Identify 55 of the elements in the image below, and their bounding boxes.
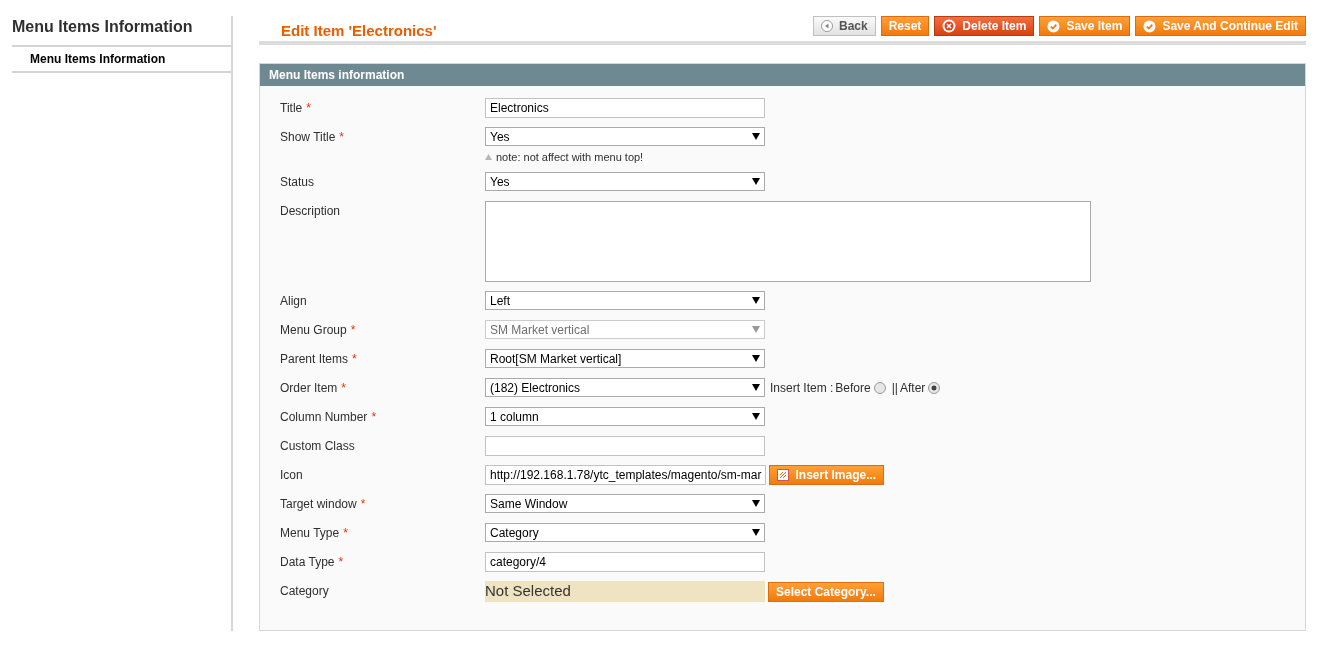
text-field[interactable] — [485, 436, 765, 456]
check-circle-icon — [1047, 19, 1061, 33]
field-label: Order Item * — [280, 380, 348, 395]
field-label: Description — [280, 203, 342, 218]
dropdown-caret-icon — [752, 178, 760, 185]
dropdown-caret-icon — [752, 297, 760, 304]
dropdown-caret-icon — [752, 326, 760, 333]
toolbar-button[interactable]: Delete Item — [934, 16, 1035, 36]
select-dropdown[interactable]: (182) Electronics — [485, 378, 765, 397]
dropdown-caret-icon — [752, 133, 760, 140]
insert-item-label: Insert Item : — [770, 380, 834, 395]
radio-label: After — [899, 380, 926, 395]
separator-text: || — [891, 380, 898, 395]
toolbar-button[interactable]: Back — [813, 16, 876, 36]
up-triangle-icon — [485, 154, 492, 160]
textarea-field[interactable] — [485, 201, 1091, 282]
panel-header: Menu Items information — [260, 64, 1305, 86]
field-label: Category — [280, 583, 330, 598]
dropdown-caret-icon — [752, 355, 760, 362]
field-label: Target window * — [280, 496, 367, 511]
image-icon — [777, 469, 790, 481]
field-label: Show Title * — [280, 129, 346, 144]
select-dropdown[interactable]: Yes — [485, 172, 765, 191]
dropdown-caret-icon — [752, 384, 760, 391]
radio-label: Before — [835, 380, 871, 395]
select-dropdown[interactable]: Category — [485, 523, 765, 542]
radio-button[interactable] — [873, 381, 886, 394]
select-dropdown[interactable]: 1 column — [485, 407, 765, 426]
field-label: Menu Type * — [280, 525, 349, 540]
text-field[interactable]: category/4 — [485, 552, 765, 572]
field-label: Custom Class — [280, 438, 356, 453]
page-title: Edit Item 'Electronics' — [281, 21, 437, 39]
field-label: Icon — [280, 467, 304, 482]
select-dropdown[interactable]: Same Window — [485, 494, 765, 513]
select-dropdown[interactable]: Root[SM Market vertical] — [485, 349, 765, 368]
field-label: Parent Items * — [280, 351, 358, 366]
field-note: note: not affect with menu top! — [485, 151, 765, 163]
text-field[interactable]: Electronics — [485, 98, 765, 118]
category-value: Not Selected — [485, 581, 765, 602]
field-label: Title * — [280, 100, 312, 115]
close-circle-icon — [942, 19, 957, 33]
text-field[interactable]: http://192.168.1.78/ytc_templates/magento/sm-mar — [485, 465, 767, 485]
field-label: Column Number * — [280, 409, 378, 424]
dropdown-caret-icon — [752, 529, 760, 536]
field-label: Menu Group * — [280, 322, 357, 337]
dropdown-caret-icon — [752, 413, 760, 420]
dropdown-caret-icon — [752, 500, 760, 507]
check-circle-icon — [1143, 19, 1157, 33]
field-label: Align — [280, 293, 308, 308]
select-dropdown[interactable]: Yes — [485, 127, 765, 146]
field-label: Status — [280, 174, 316, 189]
radio-button[interactable] — [928, 381, 941, 394]
select-dropdown[interactable]: Left — [485, 291, 765, 310]
left-arrow-circle-icon — [821, 20, 833, 32]
field-label: Data Type * — [280, 554, 345, 569]
